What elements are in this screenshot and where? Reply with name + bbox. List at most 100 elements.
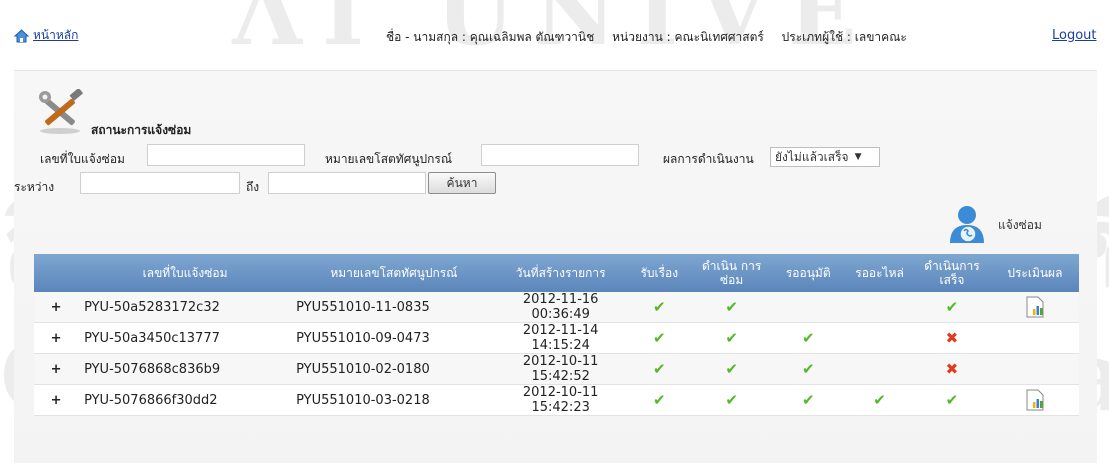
table-header-row: เลขที่ใบแจ้งซ่อม หมายเลขโสตทัศนูปกรณ์ วั… — [34, 254, 1079, 292]
home-link-group[interactable]: หน้าหลัก — [14, 26, 78, 45]
created-date: 2012-10-11 — [522, 385, 599, 400]
check-icon: ✔ — [725, 391, 738, 409]
check-icon: ✔ — [725, 298, 738, 316]
evaluate-cell — [990, 353, 1079, 385]
check-icon: ✔ — [873, 391, 886, 409]
header-approval: รออนุมัติ — [770, 254, 847, 292]
check-icon: ✔ — [653, 360, 666, 378]
tools-icon — [39, 89, 83, 134]
search-button[interactable]: ค้นหา — [428, 172, 496, 194]
done-status-cell: ✖ — [913, 322, 991, 354]
check-icon: ✔ — [801, 360, 815, 378]
home-icon — [14, 28, 29, 42]
repairing-status-cell: ✔ — [692, 353, 771, 385]
ticket-number-cell: PYU-5076868c836b9 — [78, 353, 293, 385]
done-status-cell: ✔ — [913, 292, 991, 323]
asset-number-label: หมายเลขโสตทัศนูปกรณ์ — [325, 152, 453, 166]
received-status-cell: ✔ — [625, 384, 693, 416]
table-row: + PYU-5076866f30dd2 PYU551010-03-0218 2012-… — [34, 384, 1079, 416]
result-label: ผลการดำเนินงาน — [663, 152, 754, 166]
header-ticket: เลขที่ใบแจ้งซ่อม — [78, 254, 293, 292]
header-done: ดำเนินการ เสร็จ — [913, 254, 991, 292]
approval-status-cell: ✔ — [770, 353, 847, 385]
header-parts: รออะไหล่ — [846, 254, 914, 292]
section-title: สถานะการแจ้งซ่อม — [91, 123, 192, 137]
notify-repair-link[interactable]: แจ้งซ่อม — [946, 203, 1042, 247]
received-status-cell: ✔ — [625, 322, 693, 354]
received-status-cell: ✔ — [625, 292, 693, 323]
header-repairing: ดำเนิน การซ่อม — [692, 254, 771, 292]
header-expand — [34, 254, 79, 292]
parts-status-cell — [846, 292, 914, 323]
expand-button[interactable]: + — [34, 353, 79, 385]
evaluate-cell[interactable] — [990, 384, 1079, 416]
repairing-status-cell: ✔ — [692, 384, 771, 416]
created-time: 15:42:23 — [531, 400, 590, 415]
check-icon: ✔ — [725, 360, 738, 378]
header-evaluate: ประเมินผล — [990, 254, 1079, 292]
created-time: 15:42:52 — [531, 369, 590, 384]
created-date-cell: 2012-11-14 14:15:24 — [495, 322, 626, 354]
asset-number-cell: PYU551010-02-0180 — [292, 353, 496, 385]
table-row: + PYU-50a5283172c32 PYU551010-11-0835 2012-… — [34, 292, 1079, 323]
asset-number-cell: PYU551010-11-0835 — [292, 292, 496, 323]
ticket-number-input[interactable] — [147, 144, 305, 166]
approval-status-cell: ✔ — [770, 322, 847, 354]
parts-status-cell — [846, 353, 914, 385]
ticket-number-cell: PYU-50a3450c13777 — [78, 322, 293, 354]
done-status-cell: ✖ — [913, 353, 991, 385]
created-date-cell: 2012-10-11 15:42:23 — [495, 384, 626, 416]
support-agent-icon — [950, 206, 984, 243]
received-status-cell: ✔ — [625, 353, 693, 385]
result-select-value: ยังไม่แล้วเสร็จ — [775, 149, 849, 164]
ticket-number-cell: PYU-50a5283172c32 — [78, 292, 293, 323]
evaluate-report-icon[interactable] — [1024, 296, 1046, 318]
check-icon: ✔ — [653, 391, 666, 409]
repair-status-panel: สถานะการแจ้งซ่อม เลขที่ใบแจ้งซ่อม หมายเล… — [14, 70, 1097, 463]
check-icon: ✔ — [945, 298, 959, 316]
result-select[interactable]: ยังไม่แล้วเสร็จ ▼ — [770, 147, 880, 167]
created-time: 00:36:49 — [531, 307, 590, 322]
ticket-number-label: เลขที่ใบแจ้งซ่อม — [40, 152, 125, 166]
user-unit: หน่วยงาน : คณะนิเทศศาสตร์ — [612, 30, 764, 44]
created-time: 14:15:24 — [531, 338, 590, 353]
check-icon: ✔ — [653, 298, 666, 316]
parts-status-cell: ✔ — [846, 384, 914, 416]
between-label: ระหว่าง — [14, 180, 55, 194]
parts-status-cell — [846, 322, 914, 354]
header-date: วันที่สร้างรายการ — [495, 254, 626, 292]
evaluate-cell — [990, 322, 1079, 354]
asset-number-cell: PYU551010-03-0218 — [292, 384, 496, 416]
expand-button[interactable]: + — [34, 322, 79, 354]
evaluate-report-icon[interactable] — [1024, 389, 1046, 411]
table-row: + PYU-50a3450c13777 PYU551010-09-0473 2012-… — [34, 322, 1079, 354]
date-from-input[interactable] — [80, 172, 240, 194]
approval-status-cell: ✔ — [770, 384, 847, 416]
header-received: รับเรื่อง — [625, 254, 693, 292]
created-date-cell: 2012-10-11 15:42:52 — [495, 353, 626, 385]
done-status-cell: ✔ — [913, 384, 991, 416]
expand-button[interactable]: + — [34, 384, 79, 416]
notify-repair-label: แจ้งซ่อม — [998, 217, 1042, 232]
cross-icon: ✖ — [945, 329, 959, 347]
date-to-input[interactable] — [268, 172, 426, 194]
home-link[interactable]: หน้าหลัก — [33, 26, 78, 45]
user-name: ชื่อ - นามสกุล : คุณเฉลิมพล ตัณฑวานิช — [386, 30, 595, 44]
logout-link[interactable]: Logout — [1052, 28, 1097, 43]
asset-number-cell: PYU551010-09-0473 — [292, 322, 496, 354]
asset-number-input[interactable] — [481, 144, 639, 166]
check-icon: ✔ — [801, 391, 815, 409]
created-date: 2012-10-11 — [522, 354, 599, 369]
approval-status-cell — [770, 292, 847, 323]
check-icon: ✔ — [945, 391, 959, 409]
created-date: 2012-11-16 — [522, 292, 599, 307]
check-icon: ✔ — [801, 329, 815, 347]
table-row: + PYU-5076868c836b9 PYU551010-02-0180 2012-… — [34, 353, 1079, 385]
evaluate-cell[interactable] — [990, 292, 1079, 323]
repairing-status-cell: ✔ — [692, 292, 771, 323]
expand-button[interactable]: + — [34, 292, 79, 323]
user-info: ชื่อ - นามสกุล : คุณเฉลิมพล ตัณฑวานิช หน… — [386, 28, 921, 47]
check-icon: ✔ — [725, 329, 738, 347]
cross-icon: ✖ — [945, 360, 959, 378]
chevron-down-icon: ▼ — [854, 152, 862, 162]
